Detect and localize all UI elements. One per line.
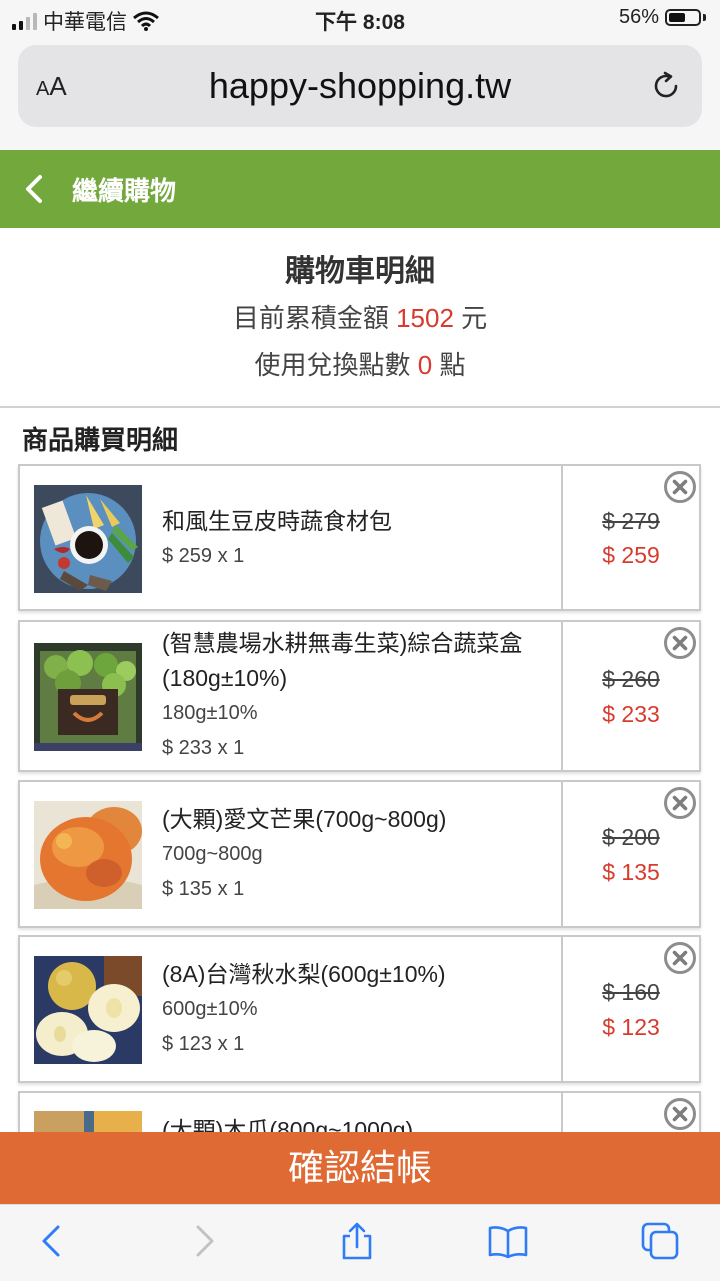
clock: 下午 8:08 — [315, 11, 405, 34]
cart-item: (智慧農場水耕無毒生菜)綜合蔬菜盒 (180g±10%) 180g±10% $ … — [18, 620, 701, 772]
item-qty-line: $ 233 x 1 — [162, 737, 245, 759]
item-name[interactable]: (大顆)愛文芒果(700g~800g) — [162, 802, 559, 837]
battery-percent: 56% — [618, 6, 659, 28]
chevron-left-icon[interactable] — [20, 169, 48, 209]
points-unit: 點 — [439, 350, 466, 380]
tabs-icon[interactable] — [640, 1221, 680, 1261]
product-image[interactable] — [34, 956, 142, 1064]
original-price: $ 260 — [602, 666, 660, 692]
battery: 56% — [619, 6, 706, 29]
item-info: (智慧農場水耕無毒生菜)綜合蔬菜盒 (180g±10%) 180g±10% $ … — [162, 626, 559, 766]
reload-icon[interactable] — [650, 70, 682, 102]
product-image[interactable] — [34, 643, 142, 751]
total-value: 1502 — [396, 303, 454, 333]
item-qty-line: $ 135 x 1 — [162, 878, 245, 900]
product-image[interactable] — [34, 801, 142, 909]
checkout-button[interactable]: 確認結帳 — [0, 1132, 720, 1204]
points-value: 0 — [417, 350, 433, 380]
item-spec: 600g±10% — [162, 998, 258, 1020]
item-info: (大顆)愛文芒果(700g~800g) 700g~800g $ 135 x 1 — [162, 802, 559, 907]
page-title: 購物車明細 — [285, 255, 435, 288]
cart-item: 和風生豆皮時蔬食材包 $ 259 x 1 $ 279 $ 259 — [18, 464, 701, 611]
points-line: 使用兌換點數 0 點 — [0, 345, 720, 382]
url-text[interactable]: happy-shopping.tw — [18, 65, 702, 107]
sale-price: $ 135 — [602, 859, 660, 885]
sale-price: $ 259 — [602, 542, 660, 568]
remove-item-icon[interactable] — [663, 626, 697, 660]
status-bar: 中華電信 下午 8:08 56% — [0, 0, 720, 36]
item-spec: 700g~800g — [162, 843, 263, 865]
browser-toolbar — [0, 1204, 720, 1281]
item-qty-line: $ 259 x 1 — [162, 545, 245, 567]
item-qty-line: $ 123 x 1 — [162, 1033, 245, 1055]
item-name[interactable]: 和風生豆皮時蔬食材包 — [162, 504, 559, 539]
item-info: 和風生豆皮時蔬食材包 $ 259 x 1 — [162, 504, 559, 574]
product-image[interactable] — [34, 485, 142, 593]
points-label: 使用兌換點數 — [254, 350, 411, 380]
price-column: $ 200 $ 135 — [561, 782, 699, 926]
sale-price: $ 123 — [602, 1014, 660, 1040]
back-arrow-icon[interactable] — [32, 1221, 72, 1261]
bookmarks-icon[interactable] — [488, 1221, 528, 1261]
cart-item: (大顆)愛文芒果(700g~800g) 700g~800g $ 135 x 1 … — [18, 780, 701, 928]
sale-price: $ 233 — [602, 701, 660, 727]
cart-summary: 購物車明細 目前累積金額 1502 元 使用兌換點數 0 點 — [0, 228, 720, 408]
item-name-line2[interactable]: (180g±10%) — [162, 661, 559, 696]
price-column: $ 160 $ 123 — [561, 937, 699, 1081]
price-column: $ 279 $ 259 — [561, 466, 699, 609]
continue-shopping-bar[interactable]: 繼續購物 — [0, 150, 720, 228]
share-icon[interactable] — [337, 1221, 377, 1261]
item-spec: 180g±10% — [162, 702, 258, 724]
remove-item-icon[interactable] — [663, 1097, 697, 1131]
section-title: 商品購買明細 — [22, 425, 179, 455]
cart-item: (8A)台灣秋水梨(600g±10%) 600g±10% $ 123 x 1 $… — [18, 935, 701, 1083]
total-label: 目前累積金額 — [232, 303, 389, 333]
total-unit: 元 — [461, 303, 488, 333]
remove-item-icon[interactable] — [663, 470, 697, 504]
browser-chrome: AA happy-shopping.tw — [0, 36, 720, 150]
item-info: (8A)台灣秋水梨(600g±10%) 600g±10% $ 123 x 1 — [162, 957, 559, 1062]
price-column: $ 260 $ 233 — [561, 622, 699, 770]
total-amount-line: 目前累積金額 1502 元 — [0, 298, 720, 335]
original-price: $ 160 — [602, 979, 660, 1005]
item-name[interactable]: (8A)台灣秋水梨(600g±10%) — [162, 957, 559, 992]
original-price: $ 279 — [602, 508, 660, 534]
battery-icon — [665, 9, 701, 26]
continue-shopping-link[interactable]: 繼續購物 — [72, 171, 176, 208]
address-bar[interactable]: AA happy-shopping.tw — [18, 45, 702, 127]
original-price: $ 200 — [602, 824, 660, 850]
item-name[interactable]: (智慧農場水耕無毒生菜)綜合蔬菜盒 — [162, 626, 559, 661]
remove-item-icon[interactable] — [663, 786, 697, 820]
forward-arrow-icon[interactable] — [184, 1221, 224, 1261]
remove-item-icon[interactable] — [663, 941, 697, 975]
